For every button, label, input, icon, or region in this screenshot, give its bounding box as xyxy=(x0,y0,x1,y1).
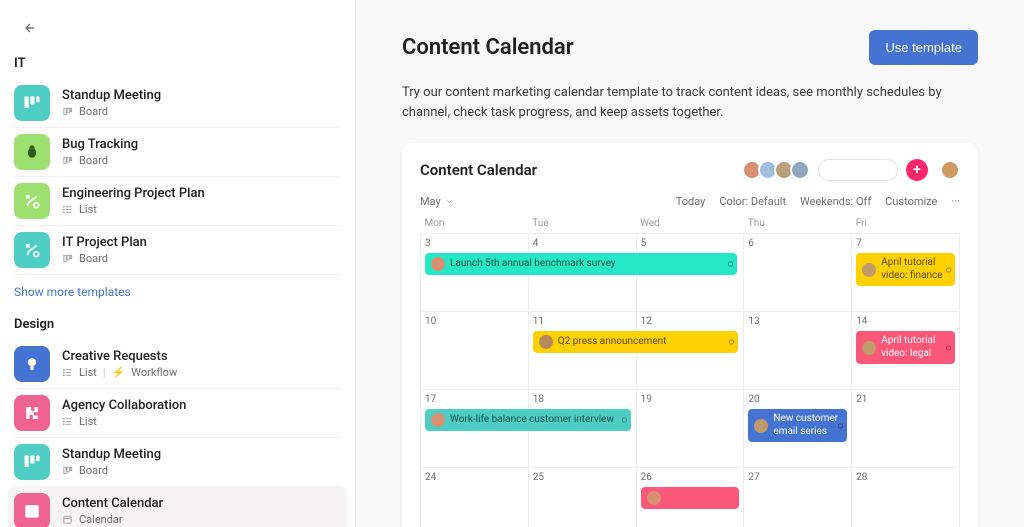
calendar-grid: MonTueWedThuFri 3Launch 5th annual bench… xyxy=(420,214,960,527)
template-name: Creative Requests xyxy=(62,349,177,364)
day-header: Tue xyxy=(528,214,636,234)
day-header: Thu xyxy=(744,214,852,234)
section-heading: Design xyxy=(14,317,341,332)
calendar-cell[interactable]: 17Work-life balance customer interview xyxy=(421,390,529,468)
template-meta: Board xyxy=(62,154,138,167)
calendar-cell[interactable]: 25 xyxy=(528,468,636,527)
back-button[interactable] xyxy=(14,14,42,42)
avatar xyxy=(862,263,876,277)
template-item[interactable]: Bug Tracking Board xyxy=(14,128,341,177)
board-icon xyxy=(62,106,73,117)
template-item[interactable]: Engineering Project Plan List xyxy=(14,177,341,226)
template-icon xyxy=(14,134,50,170)
day-header: Mon xyxy=(421,214,529,234)
calendar-cell[interactable]: 10 xyxy=(421,312,529,390)
template-item[interactable]: IT Project Plan Board xyxy=(14,226,341,275)
calendar-cell[interactable]: 19 xyxy=(636,390,744,468)
template-icon xyxy=(14,493,50,527)
calendar-cell[interactable]: 24 xyxy=(421,468,529,527)
template-icon xyxy=(14,85,50,121)
avatar xyxy=(431,257,445,271)
sidebar: IT Standup Meeting Board Bug Tracking Board E… xyxy=(0,0,356,527)
template-item[interactable]: Creative Requests List |⚡Workflow xyxy=(14,340,341,389)
show-more-link[interactable]: Show more templates xyxy=(14,285,341,299)
calendar-controls: Today Color: Default Weekends: Off Custo… xyxy=(676,195,960,208)
list-icon xyxy=(62,416,73,427)
template-icon xyxy=(14,395,50,431)
template-description: Try our content marketing calendar templ… xyxy=(402,83,978,123)
template-name: Standup Meeting xyxy=(62,447,161,462)
add-button[interactable]: + xyxy=(906,159,928,181)
calendar-event[interactable]: Launch 5th annual benchmark survey xyxy=(425,253,737,275)
board-icon xyxy=(62,155,73,166)
main-panel: Content Calendar Use template Try our co… xyxy=(356,0,1024,527)
calendar-cell[interactable]: 21 xyxy=(852,390,960,468)
avatar xyxy=(862,341,876,355)
avatar xyxy=(790,160,810,180)
page-title: Content Calendar xyxy=(402,35,574,60)
template-meta: List |⚡Workflow xyxy=(62,366,177,379)
calendar-cell[interactable]: 7April tutorial video: finance xyxy=(852,234,960,312)
avatar xyxy=(431,413,445,427)
day-header: Wed xyxy=(636,214,744,234)
template-name: Content Calendar xyxy=(62,496,163,511)
template-icon xyxy=(14,232,50,268)
more-icon[interactable]: ··· xyxy=(951,195,960,208)
calendar-cell[interactable]: 26 xyxy=(636,468,744,527)
template-name: Bug Tracking xyxy=(62,137,138,152)
calendar-event[interactable]: Q2 press announcement xyxy=(533,331,739,353)
calendar-event[interactable]: Work-life balance customer interview xyxy=(425,409,631,431)
current-user-avatar[interactable] xyxy=(940,160,960,180)
color-option[interactable]: Color: Default xyxy=(719,195,786,208)
template-item[interactable]: Standup Meeting Board xyxy=(14,438,341,487)
collaborator-avatars xyxy=(746,160,810,180)
weekends-option[interactable]: Weekends: Off xyxy=(800,195,871,208)
board-icon xyxy=(62,465,73,476)
calendar-cell[interactable]: 3Launch 5th annual benchmark survey xyxy=(421,234,529,312)
calendar-cell[interactable]: 28 xyxy=(852,468,960,527)
list-icon xyxy=(62,367,73,378)
calendar-cell[interactable]: 27 xyxy=(744,468,852,527)
calendar-cell[interactable]: 11Q2 press announcement xyxy=(528,312,636,390)
avatar xyxy=(539,335,553,349)
template-meta: Board xyxy=(62,464,161,477)
template-meta: List xyxy=(62,203,205,216)
template-icon xyxy=(14,183,50,219)
today-button[interactable]: Today xyxy=(676,195,706,208)
use-template-button[interactable]: Use template xyxy=(869,30,978,65)
template-name: Standup Meeting xyxy=(62,88,161,103)
template-meta: List xyxy=(62,415,186,428)
cal-icon xyxy=(62,514,73,525)
template-item[interactable]: Standup Meeting Board xyxy=(14,79,341,128)
calendar-cell[interactable]: 13 xyxy=(744,312,852,390)
template-icon xyxy=(14,346,50,382)
board-icon xyxy=(62,253,73,264)
calendar-cell[interactable]: 14April tutorial video: legal xyxy=(852,312,960,390)
template-name: Agency Collaboration xyxy=(62,398,186,413)
template-meta: Board xyxy=(62,105,161,118)
template-preview-card: Content Calendar + May Today Color: Defa… xyxy=(402,143,978,527)
template-meta: Calendar xyxy=(62,513,163,526)
template-meta: Board xyxy=(62,252,147,265)
avatar xyxy=(754,419,768,433)
section-heading: IT xyxy=(14,56,341,71)
search-input[interactable] xyxy=(818,159,898,181)
template-name: Engineering Project Plan xyxy=(62,186,205,201)
day-header: Fri xyxy=(852,214,960,234)
calendar-event[interactable]: April tutorial video: finance xyxy=(856,253,955,286)
template-name: IT Project Plan xyxy=(62,235,147,250)
calendar-event[interactable]: New customer email series xyxy=(748,409,847,442)
template-item[interactable]: Agency Collaboration List xyxy=(14,389,341,438)
calendar-event[interactable] xyxy=(641,487,740,509)
avatar xyxy=(647,491,661,505)
customize-option[interactable]: Customize xyxy=(885,195,937,208)
calendar-cell[interactable]: 20New customer email series xyxy=(744,390,852,468)
month-picker[interactable]: May xyxy=(420,195,454,208)
template-icon xyxy=(14,444,50,480)
list-icon xyxy=(62,204,73,215)
preview-title: Content Calendar xyxy=(420,161,537,179)
calendar-cell[interactable]: 6 xyxy=(744,234,852,312)
calendar-event[interactable]: April tutorial video: legal xyxy=(856,331,955,364)
template-item[interactable]: Content Calendar Calendar xyxy=(8,487,347,527)
